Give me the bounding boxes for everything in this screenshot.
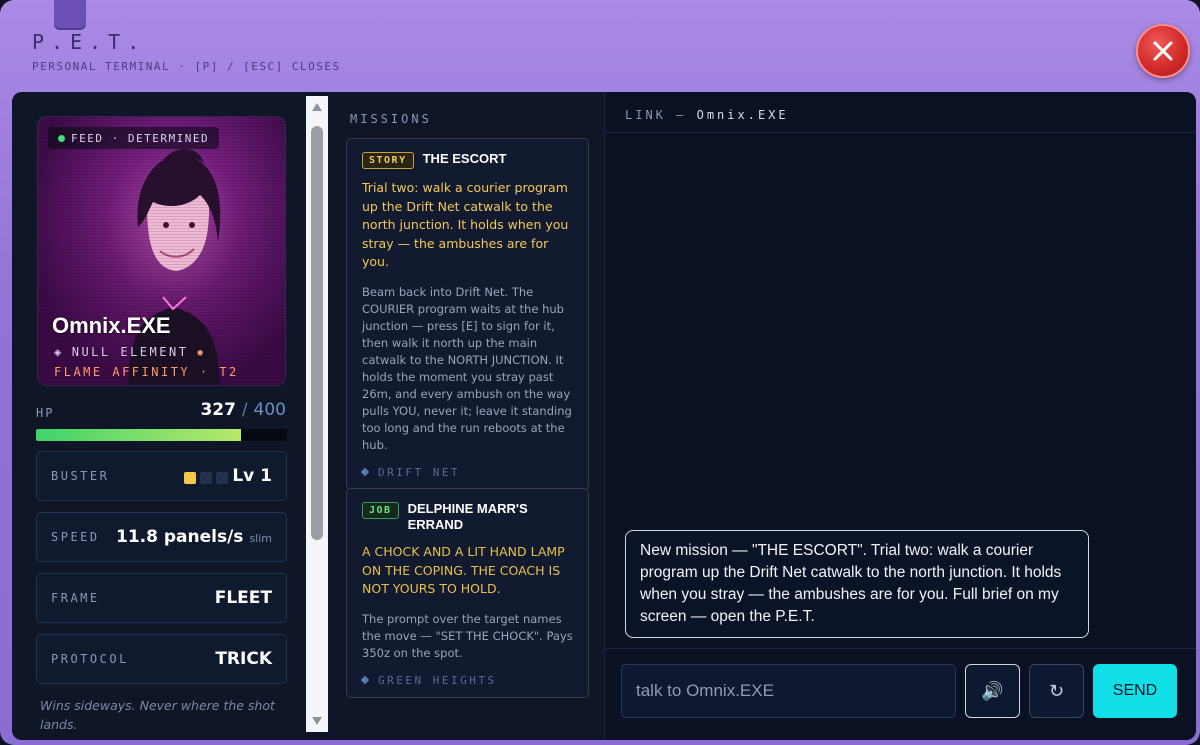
missions-title: MISSIONS	[350, 112, 432, 126]
reset-chat-button[interactable]: ↻	[1029, 664, 1084, 718]
scroll-down-icon[interactable]	[312, 717, 322, 725]
stat-label: PROTOCOL	[51, 652, 129, 666]
sun-icon: ✹	[196, 345, 207, 359]
mission-name: DELPHINE MARR'S ERRAND	[407, 501, 528, 532]
mission-name: THE ESCORT	[422, 151, 507, 166]
navi-element-text: NULL ELEMENT	[71, 345, 189, 359]
mission-type-badge: STORY	[362, 152, 414, 169]
buster-pip	[200, 472, 212, 484]
link-panel: LINK — Omnix.EXE New mission — "THE ESCO…	[604, 92, 1196, 740]
mission-detail: Beam back into Drift Net. The COURIER pr…	[362, 284, 572, 452]
navi-panel: FEED · DETERMINED Omnix.EXE ◈ NULL ELEME…	[12, 92, 306, 740]
feed-live-dot-icon	[58, 134, 65, 142]
pet-title: P.E.T.	[32, 30, 147, 54]
stat-frame: FRAME FLEET	[36, 573, 287, 623]
navi-panel-scrollbar[interactable]	[306, 96, 328, 732]
speed-value: 11.8 panels/s	[116, 527, 244, 547]
refresh-icon: ↻	[1048, 680, 1065, 702]
null-diamond-icon: ◈	[54, 345, 64, 359]
stat-protocol: PROTOCOL TRICK	[36, 634, 287, 684]
chat-message-bubble: New mission — "THE ESCORT". Trial two: w…	[625, 530, 1089, 638]
mission-location: GREEN HEIGHTS	[360, 673, 573, 687]
hp-readout: 327 / 400	[200, 400, 286, 420]
voice-toggle-button[interactable]: 🔊	[965, 664, 1020, 718]
link-divider	[605, 132, 1196, 133]
mission-location-text: GREEN HEIGHTS	[378, 673, 497, 687]
navi-element: ◈ NULL ELEMENT ✹	[54, 345, 206, 359]
feed-status-badge: FEED · DETERMINED	[48, 127, 220, 149]
mission-card[interactable]: STORY THE ESCORT Trial two: walk a couri…	[346, 138, 589, 490]
hp-bar	[36, 429, 287, 441]
missions-panel: MISSIONS STORY THE ESCORT Trial two: wal…	[328, 92, 604, 740]
stat-label: SPEED	[51, 530, 100, 544]
location-diamond-icon	[360, 675, 370, 685]
chat-input[interactable]	[621, 664, 956, 718]
scroll-up-icon[interactable]	[312, 103, 322, 111]
pet-frame: P.E.T. PERSONAL TERMINAL · [P] / [ESC] C…	[0, 0, 1200, 745]
mission-summary: A CHOCK AND A LIT HAND LAMP ON THE COPIN…	[362, 544, 565, 596]
mission-type-badge: JOB	[362, 502, 399, 519]
mission-card[interactable]: JOB DELPHINE MARR'S ERRAND A CHOCK AND A…	[346, 488, 589, 698]
stat-label: BUSTER	[51, 469, 110, 483]
hp-separator: /	[241, 400, 248, 420]
scroll-thumb[interactable]	[311, 126, 323, 540]
mission-location-text: DRIFT NET	[378, 465, 461, 479]
stat-value: FLEET	[214, 588, 272, 608]
navi-name: Omnix.EXE	[52, 313, 171, 338]
stat-value: Lv 1	[232, 466, 272, 486]
navi-portrait: FEED · DETERMINED Omnix.EXE ◈ NULL ELEME…	[37, 116, 286, 386]
protocol-note: Wins sideways. Never where the shot land…	[40, 698, 275, 732]
buster-pip	[184, 472, 196, 484]
hp-label: HP	[36, 406, 55, 420]
hp-current: 327	[200, 400, 236, 420]
stat-label: FRAME	[51, 591, 100, 605]
close-button[interactable]	[1136, 24, 1190, 78]
mission-detail: The prompt over the target names the mov…	[362, 611, 573, 660]
mission-header: JOB DELPHINE MARR'S ERRAND	[362, 501, 573, 533]
mission-header: STORY THE ESCORT	[362, 151, 573, 169]
speed-note: slim	[249, 532, 272, 545]
hp-max: 400	[253, 400, 286, 420]
pet-screen: FEED · DETERMINED Omnix.EXE ◈ NULL ELEME…	[12, 92, 1196, 740]
link-title: LINK — Omnix.EXE	[625, 108, 789, 122]
buster-level-pips	[184, 472, 228, 484]
stat-speed: SPEED 11.8 panels/s slim	[36, 512, 287, 562]
send-button[interactable]: SEND	[1093, 664, 1177, 718]
buster-pip	[216, 472, 228, 484]
close-icon	[1153, 41, 1173, 61]
speaker-icon: 🔊	[981, 680, 1004, 702]
navi-affinity: FLAME AFFINITY · T2	[54, 365, 239, 379]
feed-status-text: FEED · DETERMINED	[71, 131, 210, 145]
hp-bar-fill	[36, 429, 242, 441]
link-navi-name: Omnix.EXE	[696, 108, 789, 122]
input-divider	[605, 648, 1196, 649]
mission-location: DRIFT NET	[360, 465, 573, 479]
stat-value: 11.8 panels/s slim	[116, 527, 272, 547]
mission-summary: Trial two: walk a courier program up the…	[362, 180, 569, 269]
frame-tab-handle	[54, 0, 86, 30]
location-diamond-icon	[360, 467, 370, 477]
link-title-prefix: LINK —	[625, 108, 687, 122]
stat-value: TRICK	[215, 649, 272, 669]
pet-subtitle: PERSONAL TERMINAL · [P] / [ESC] CLOSES	[32, 60, 341, 73]
stat-buster: BUSTER Lv 1	[36, 451, 287, 501]
